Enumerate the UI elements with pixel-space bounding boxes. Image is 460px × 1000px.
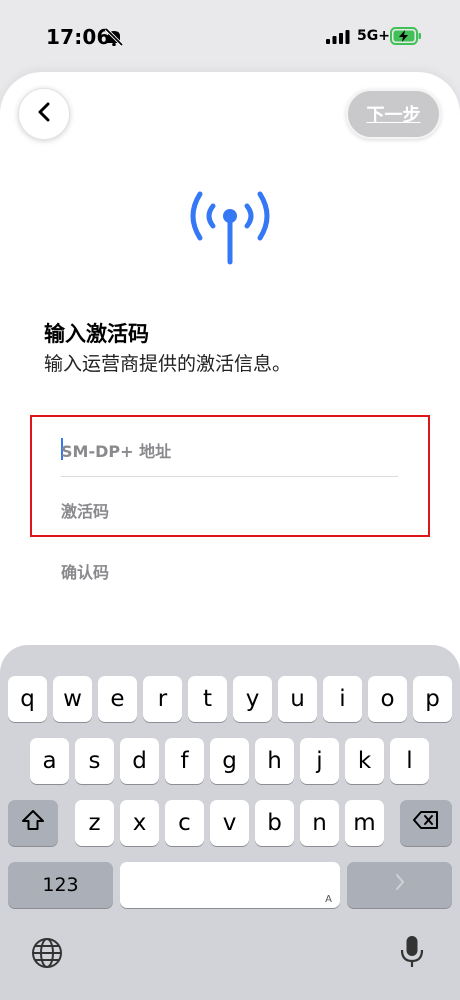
key-m[interactable]: m — [345, 800, 384, 846]
cellular-signal-icon — [326, 29, 350, 48]
key-l[interactable]: l — [390, 738, 429, 784]
confirmation-code-input[interactable]: 确认码 — [61, 559, 109, 583]
shift-arrow-icon — [21, 809, 45, 837]
key-t[interactable]: t — [188, 676, 227, 722]
key-k[interactable]: k — [345, 738, 384, 784]
battery-charging-icon — [390, 27, 422, 49]
network-type: 5G+ — [357, 28, 390, 44]
key-q[interactable]: q — [8, 676, 47, 722]
key-c[interactable]: c — [165, 800, 204, 846]
key-b[interactable]: b — [255, 800, 294, 846]
key-a[interactable]: a — [30, 738, 69, 784]
key-r[interactable]: r — [143, 676, 182, 722]
key-s[interactable]: s — [75, 738, 114, 784]
next-button[interactable]: 下一步 — [346, 89, 441, 139]
key-h[interactable]: h — [255, 738, 294, 784]
status-time: 17:06 — [46, 25, 111, 49]
key-v[interactable]: v — [210, 800, 249, 846]
shift-key[interactable] — [8, 800, 58, 846]
smdp-address-input[interactable]: SM-DP+ 地址 — [61, 438, 171, 462]
mute-bell-icon — [104, 27, 124, 50]
go-key[interactable] — [347, 862, 452, 908]
chevron-left-icon — [37, 102, 51, 126]
microphone-icon[interactable] — [398, 934, 426, 974]
field-divider — [61, 476, 398, 477]
key-j[interactable]: j — [300, 738, 339, 784]
numbers-key[interactable]: 123 — [8, 862, 113, 908]
delete-backward-icon — [413, 810, 439, 836]
activation-code-input[interactable]: 激活码 — [61, 498, 109, 522]
key-x[interactable]: x — [120, 800, 159, 846]
key-f[interactable]: f — [165, 738, 204, 784]
space-key[interactable]: A — [120, 862, 340, 908]
page-subtitle: 输入运营商提供的激活信息。 — [44, 353, 292, 375]
chevron-right-icon — [394, 872, 406, 898]
key-z[interactable]: z — [75, 800, 114, 846]
status-bar: 17:06 5G+ — [0, 0, 460, 72]
key-g[interactable]: g — [210, 738, 249, 784]
cellular-antenna-icon — [180, 180, 280, 274]
space-key-hint: A — [325, 894, 332, 905]
key-d[interactable]: d — [120, 738, 159, 784]
globe-icon[interactable] — [30, 936, 64, 974]
back-button[interactable] — [18, 88, 70, 140]
page-title: 输入激活码 — [44, 322, 149, 346]
key-i[interactable]: i — [323, 676, 362, 722]
key-n[interactable]: n — [300, 800, 339, 846]
key-o[interactable]: o — [368, 676, 407, 722]
backspace-key[interactable] — [400, 800, 452, 846]
key-p[interactable]: p — [413, 676, 452, 722]
key-u[interactable]: u — [278, 676, 317, 722]
key-w[interactable]: w — [53, 676, 92, 722]
key-e[interactable]: e — [98, 676, 137, 722]
key-y[interactable]: y — [233, 676, 272, 722]
